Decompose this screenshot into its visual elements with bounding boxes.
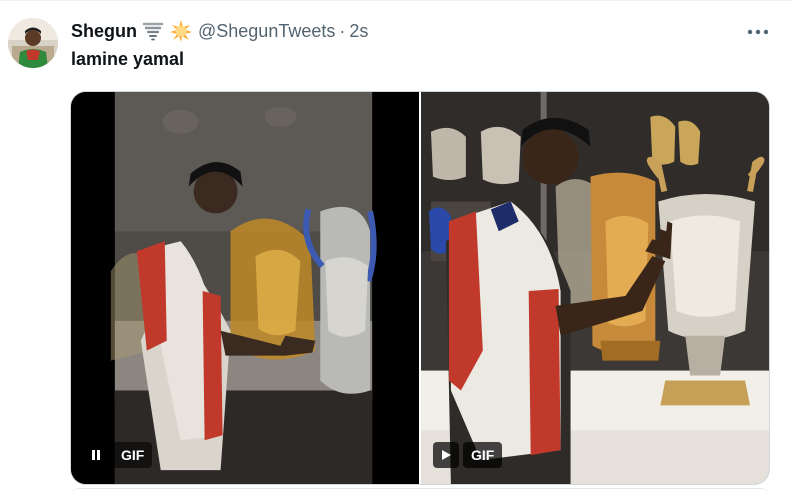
gif-badge: GIF [463,442,503,468]
avatar[interactable] [8,18,58,68]
gif-left[interactable]: GIF [71,92,419,484]
tornado-emoji-icon [142,20,164,42]
media-grid: GIF GIF [70,91,770,485]
gif-right-controls: GIF [433,442,503,468]
gif-right-frame [421,92,769,484]
gif-badge: GIF [113,442,153,468]
more-options-button[interactable] [744,22,772,42]
pause-button[interactable] [83,442,109,468]
sun-emoji-icon [169,19,193,43]
avatar-image [8,18,58,68]
author-handle[interactable]: @ShegunTweets [198,21,335,42]
gif-left-frame [71,92,419,484]
separator-dot: · [339,20,346,41]
top-divider [0,0,793,1]
author-name[interactable]: Shegun [71,21,137,42]
tweet-text: lamine yamal [71,49,185,69]
gif-left-controls: GIF [83,442,153,468]
play-icon [442,450,451,460]
tweet-header: Shegun @ShegunTweets · 2s [71,19,368,43]
more-horizontal-icon [747,29,769,35]
play-button[interactable] [433,442,459,468]
tweet-timestamp[interactable]: 2s [349,21,368,42]
pause-icon [92,450,100,460]
gif-right[interactable]: GIF [421,92,769,484]
